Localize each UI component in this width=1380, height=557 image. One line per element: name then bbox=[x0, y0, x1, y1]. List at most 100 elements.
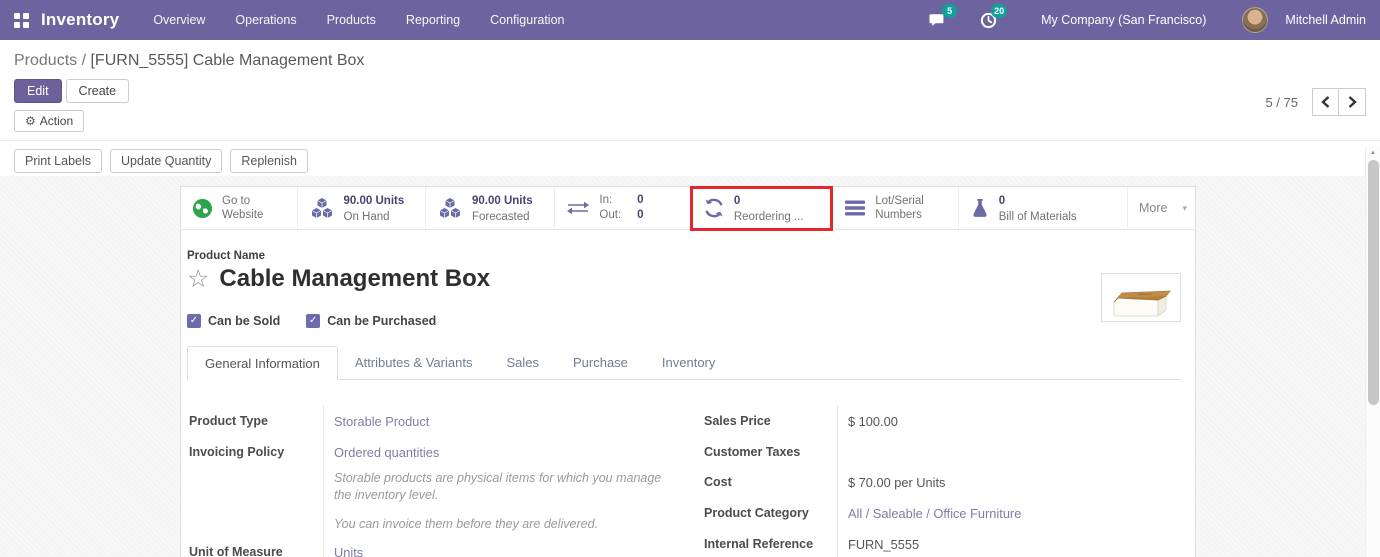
product-category-value[interactable]: All / Saleable / Office Furniture bbox=[837, 498, 1181, 529]
breadcrumb-products-link[interactable]: Products bbox=[14, 52, 77, 69]
stat-button-row: Go to Website 90.00 Units On Hand 90.00 Un… bbox=[181, 186, 1195, 231]
cubes-icon bbox=[437, 197, 463, 219]
pager-previous-button[interactable] bbox=[1312, 88, 1339, 116]
product-type-value[interactable]: Storable Product bbox=[323, 406, 666, 437]
activities-badge: 20 bbox=[991, 4, 1008, 18]
reordering-rules-button[interactable]: 0 Reordering ... bbox=[689, 186, 834, 231]
activities-icon[interactable]: 20 bbox=[975, 4, 1008, 32]
bom-text: 0 Bill of Materials bbox=[998, 194, 1077, 223]
invoicing-policy-label: Invoicing Policy bbox=[189, 445, 285, 459]
go-to-website-button[interactable]: Go to Website bbox=[181, 187, 298, 229]
menu-operations[interactable]: Operations bbox=[235, 13, 296, 27]
tab-attributes-variants[interactable]: Attributes & Variants bbox=[338, 346, 490, 380]
on-hand-button[interactable]: 90.00 Units On Hand bbox=[298, 187, 426, 229]
notebook-tabs: General Information Attributes & Variant… bbox=[187, 345, 1181, 380]
edit-button[interactable]: Edit bbox=[14, 79, 62, 103]
product-image[interactable] bbox=[1101, 273, 1181, 322]
can-be-purchased-label: Can be Purchased bbox=[327, 314, 437, 328]
more-label: More bbox=[1138, 201, 1168, 215]
title-row: ☆ Cable Management Box bbox=[187, 265, 1181, 293]
tab-sales[interactable]: Sales bbox=[489, 346, 556, 380]
update-quantity-button[interactable]: Update Quantity bbox=[110, 149, 223, 173]
content-area: Go to Website 90.00 Units On Hand 90.00 Un… bbox=[0, 176, 1365, 557]
can-be-sold-checkbox[interactable]: ✓ Can be Sold bbox=[187, 314, 280, 328]
tab-general-information[interactable]: General Information bbox=[187, 346, 338, 380]
scroll-up-arrow-icon[interactable]: ▲ bbox=[1366, 147, 1380, 159]
sheet-body: Product Name ☆ Cable Management Box ✓ Ca… bbox=[181, 230, 1195, 557]
bill-of-materials-button[interactable]: 0 Bill of Materials bbox=[959, 187, 1128, 229]
checkbox-checked-icon: ✓ bbox=[306, 314, 321, 328]
menu-overview[interactable]: Overview bbox=[153, 13, 205, 27]
field-internal-reference: Internal Reference FURN_5555 bbox=[702, 529, 1181, 557]
pager-value: 5 / 75 bbox=[1265, 94, 1298, 110]
breadcrumb: Products / [FURN_5555] Cable Management … bbox=[14, 52, 1366, 70]
field-cost: Cost $ 70.00 per Units bbox=[702, 467, 1181, 498]
menu-configuration[interactable]: Configuration bbox=[490, 13, 564, 27]
vertical-scrollbar[interactable]: ▲ bbox=[1365, 147, 1380, 557]
form-right-column: Sales Price $ 100.00 Customer Taxes Cost… bbox=[702, 406, 1181, 557]
field-unit-of-measure: Unit of Measure Units bbox=[187, 536, 666, 557]
pager-next-button[interactable] bbox=[1339, 88, 1366, 116]
apps-menu-icon[interactable] bbox=[14, 12, 29, 28]
invoicing-policy-value[interactable]: Ordered quantities bbox=[323, 437, 666, 468]
favorite-star-icon[interactable]: ☆ bbox=[187, 266, 209, 292]
product-form-sheet: Go to Website 90.00 Units On Hand 90.00 Un… bbox=[180, 186, 1196, 557]
forecasted-text: 90.00 Units Forecasted bbox=[471, 194, 533, 223]
pager: 5 / 75 bbox=[1265, 88, 1366, 116]
field-sales-price: Sales Price $ 100.00 bbox=[702, 406, 1181, 437]
form-left-column: Product Type Storable Product Invoicing … bbox=[187, 406, 666, 557]
in-out-button[interactable]: In: 0 Out: 0 bbox=[555, 187, 692, 229]
replenish-button[interactable]: Replenish bbox=[230, 149, 308, 173]
create-button[interactable]: Create bbox=[65, 79, 130, 103]
messages-icon[interactable]: 5 bbox=[925, 4, 958, 32]
in-out-values: In: 0 Out: 0 bbox=[599, 194, 644, 221]
menu-products[interactable]: Products bbox=[327, 13, 376, 27]
user-menu[interactable]: Mitchell Admin bbox=[1285, 13, 1366, 27]
reordering-text: 0 Reordering ... bbox=[733, 194, 804, 223]
checkbox-checked-icon: ✓ bbox=[187, 314, 201, 328]
customer-taxes-label: Customer Taxes bbox=[704, 445, 801, 459]
can-be-purchased-checkbox[interactable]: ✓ Can be Purchased bbox=[306, 314, 436, 328]
more-dropdown-button[interactable]: More ▾ bbox=[1128, 187, 1195, 229]
lot-serial-numbers-button[interactable]: Lot/Serial Numbers bbox=[833, 187, 959, 229]
control-panel: Products / [FURN_5555] Cable Management … bbox=[0, 40, 1380, 141]
app-name[interactable]: Inventory bbox=[41, 10, 119, 30]
field-product-type: Product Type Storable Product bbox=[187, 406, 666, 437]
tab-purchase[interactable]: Purchase bbox=[556, 346, 645, 380]
breadcrumb-current: [FURN_5555] Cable Management Box bbox=[90, 52, 365, 69]
sales-price-label: Sales Price bbox=[704, 414, 771, 428]
menu-reporting[interactable]: Reporting bbox=[406, 13, 460, 27]
invoicing-policy-help: Storable products are physical items for… bbox=[187, 468, 666, 537]
company-switcher[interactable]: My Company (San Francisco) bbox=[1041, 13, 1206, 27]
forecasted-button[interactable]: 90.00 Units Forecasted bbox=[426, 187, 556, 229]
refresh-icon bbox=[703, 197, 725, 219]
chevron-right-icon bbox=[1348, 96, 1357, 108]
cubes-icon bbox=[309, 197, 335, 219]
product-title: Cable Management Box bbox=[219, 265, 491, 292]
cost-value[interactable]: $ 70.00 per Units bbox=[837, 467, 1181, 498]
unit-of-measure-value[interactable]: Units bbox=[323, 536, 666, 557]
field-invoicing-policy: Invoicing Policy Ordered quantities bbox=[187, 437, 666, 468]
internal-reference-value[interactable]: FURN_5555 bbox=[837, 529, 1181, 557]
action-menu-button[interactable]: ⚙ Action bbox=[14, 110, 85, 132]
main-menu: Overview Operations Products Reporting C… bbox=[153, 13, 564, 27]
scrollbar-thumb[interactable] bbox=[1368, 160, 1379, 405]
user-avatar[interactable] bbox=[1242, 7, 1269, 33]
product-category-label: Product Category bbox=[704, 506, 809, 520]
customer-taxes-value[interactable] bbox=[837, 437, 1181, 467]
action-row: ⚙ Action bbox=[14, 110, 1366, 132]
gear-icon: ⚙ bbox=[25, 114, 36, 128]
odoo-inventory-product-page: { "navbar": { "app_name": "Inventory", "… bbox=[0, 0, 1380, 557]
tab-inventory[interactable]: Inventory bbox=[645, 346, 732, 380]
messages-badge: 5 bbox=[942, 4, 958, 18]
go-to-website-label: Go to Website bbox=[222, 194, 264, 221]
print-labels-button[interactable]: Print Labels bbox=[14, 149, 103, 173]
sales-price-value[interactable]: $ 100.00 bbox=[837, 406, 1181, 437]
can-be-sold-label: Can be Sold bbox=[208, 314, 281, 328]
action-label: Action bbox=[39, 114, 74, 128]
capability-checkboxes: ✓ Can be Sold ✓ Can be Purchased bbox=[187, 314, 1181, 328]
pager-buttons bbox=[1312, 88, 1366, 116]
chevron-left-icon bbox=[1321, 96, 1330, 108]
breadcrumb-separator: / bbox=[77, 52, 91, 69]
list-bars-icon bbox=[844, 199, 866, 217]
